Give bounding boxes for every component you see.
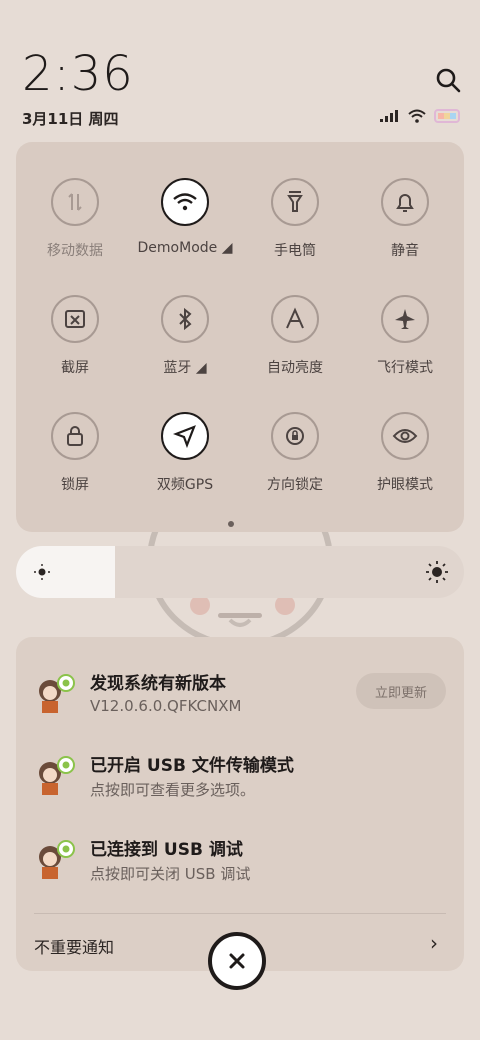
tile-mobile-data[interactable]: 移动数据 [20, 178, 130, 260]
notification-title: 已连接到 USB 调试 [90, 840, 243, 860]
app-avatar-icon [39, 840, 75, 879]
tile-rotation-lock[interactable]: 方向锁定 [240, 412, 350, 494]
brightness-fill [16, 546, 115, 598]
mobile-data-icon [51, 178, 99, 226]
drag-handle[interactable] [218, 613, 262, 618]
tile-screenshot[interactable]: 截屏 [20, 295, 130, 377]
tile-lock-screen[interactable]: 锁屏 [20, 412, 130, 494]
tile-label: 手电筒 [274, 243, 316, 259]
tile-label: 双频GPS [156, 477, 214, 493]
app-avatar-icon [39, 674, 75, 713]
chevron-right-icon[interactable]: › [430, 931, 438, 955]
tile-label: 自动亮度 [267, 360, 323, 376]
tile-bluetooth[interactable]: 蓝牙 ◢ [130, 295, 240, 377]
tile-label: 方向锁定 [267, 477, 323, 493]
unimportant-notifications-link[interactable]: 不重要通知 [34, 934, 114, 958]
notification-subtitle: 点按即可查看更多选项。 [90, 781, 256, 799]
page-indicator [228, 521, 234, 527]
notification-title: 发现系统有新版本 [90, 674, 226, 694]
app-avatar-icon [39, 756, 75, 795]
brightness-low-icon [34, 564, 50, 580]
airplane-icon [381, 295, 429, 343]
wifi-icon [161, 178, 209, 226]
gps-icon [161, 412, 209, 460]
tile-label: 移动数据 [47, 243, 103, 259]
tile-airplane[interactable]: 飞行模式 [350, 295, 460, 377]
search-icon[interactable] [434, 66, 462, 94]
tile-mute[interactable]: 静音 [350, 178, 460, 260]
bluetooth-icon [161, 295, 209, 343]
tile-eye-care[interactable]: 护眼模式 [350, 412, 460, 494]
flashlight-icon [271, 178, 319, 226]
clear-all-button[interactable] [208, 932, 266, 990]
notification-panel: 发现系统有新版本 V12.0.6.0.QFKCNXM 立即更新 已开启 USB … [16, 637, 464, 971]
notification-subtitle: 点按即可关闭 USB 调试 [90, 865, 251, 883]
tile-flashlight[interactable]: 手电筒 [240, 178, 350, 260]
tile-label: 锁屏 [61, 477, 89, 493]
notification-title: 已开启 USB 文件传输模式 [90, 756, 294, 776]
eye-icon [381, 412, 429, 460]
tile-label: 截屏 [61, 360, 89, 376]
notification-subtitle: V12.0.6.0.QFKCNXM [90, 697, 242, 715]
battery-icon [434, 109, 460, 123]
lock-icon [51, 412, 99, 460]
tile-label: DemoMode ◢ [137, 240, 233, 256]
tile-label: 护眼模式 [377, 477, 433, 493]
wifi-status-icon [408, 109, 426, 123]
clock-date: 3月11日 周四 [22, 110, 119, 128]
tile-label: 蓝牙 ◢ [163, 360, 207, 376]
update-now-button[interactable]: 立即更新 [356, 673, 446, 709]
brightness-slider[interactable] [16, 546, 464, 598]
tile-label: 飞行模式 [377, 360, 433, 376]
tile-dual-gps[interactable]: 双频GPS [130, 412, 240, 494]
tile-demomode[interactable]: DemoMode ◢ [130, 178, 240, 256]
auto-brightness-icon [271, 295, 319, 343]
signal-icon [380, 110, 398, 122]
close-icon [229, 953, 245, 969]
tile-label: 静音 [391, 243, 419, 259]
tile-auto-brightness[interactable]: 自动亮度 [240, 295, 350, 377]
divider [34, 913, 446, 914]
screenshot-icon [51, 295, 99, 343]
status-bar [380, 109, 462, 123]
bell-icon [381, 178, 429, 226]
clock-time: 2:36 [22, 46, 134, 102]
brightness-high-icon [426, 561, 448, 583]
rotation-lock-icon [271, 412, 319, 460]
